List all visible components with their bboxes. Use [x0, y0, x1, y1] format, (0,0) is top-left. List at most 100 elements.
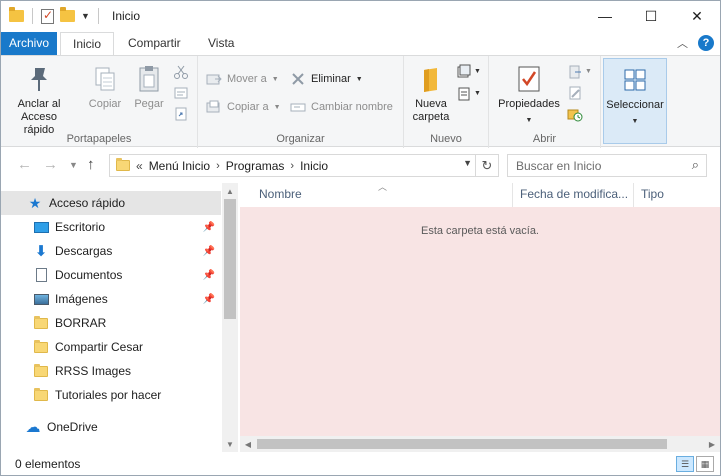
back-arrow-icon[interactable]: ← — [17, 156, 32, 173]
pin-icon[interactable]: 📌 — [203, 294, 215, 305]
folder-icon — [33, 387, 49, 403]
scroll-down-icon[interactable]: ▼ — [222, 436, 238, 452]
details-view-icon[interactable]: ☰ — [676, 456, 694, 472]
properties-icon[interactable] — [41, 8, 54, 24]
organize-group-label: Organizar — [276, 133, 325, 145]
item-count: 0 elementos — [15, 457, 81, 471]
scroll-thumb[interactable] — [224, 199, 236, 319]
breadcrumb-item[interactable]: Programas — [226, 159, 285, 173]
chevron-right-icon[interactable]: › — [290, 160, 294, 172]
minimize-button[interactable]: — — [582, 1, 628, 31]
title-bar: ▼ Inicio — ☐ ✕ — [1, 1, 720, 32]
clipboard-group: Anclar al Acceso rápido Copiar Pegar Por… — [1, 56, 198, 148]
star-icon: ★ — [28, 194, 42, 211]
new-group-label: Nuevo — [430, 133, 462, 145]
breadcrumb-overflow[interactable]: « — [136, 159, 143, 173]
new-folder-icon[interactable] — [60, 7, 75, 22]
empty-folder-area[interactable]: Esta carpeta está vacía. — [240, 207, 720, 436]
refresh-icon[interactable]: ↻ — [475, 155, 498, 176]
minimize-ribbon-icon[interactable]: ︿ — [677, 35, 688, 51]
sidebar-item-downloads[interactable]: ⬇ Descargas 📌 — [1, 239, 221, 263]
forward-arrow-icon[interactable]: → — [43, 156, 58, 173]
sidebar-item-quick-access[interactable]: ★ Acceso rápido — [1, 191, 221, 215]
search-input[interactable]: Buscar en Inicio ⌕ — [507, 154, 707, 177]
window-controls: — ☐ ✕ — [582, 1, 720, 31]
large-icons-view-icon[interactable]: ▦ — [696, 456, 714, 472]
file-list: ︿ Nombre Fecha de modifica... Tipo Esta … — [240, 182, 720, 452]
pin-icon[interactable]: 📌 — [203, 222, 215, 233]
rename-button[interactable]: Cambiar nombre — [290, 98, 393, 116]
select-button[interactable]: Seleccionar ▼ — [606, 65, 664, 128]
pin-icon[interactable]: 📌 — [203, 246, 215, 257]
quick-access-toolbar: ▼ — [9, 7, 101, 24]
sort-ascending-icon: ︿ — [378, 182, 388, 192]
delete-button[interactable]: Eliminar ▼ — [290, 70, 363, 88]
new-folder-button[interactable]: Nueva carpeta — [410, 64, 452, 124]
tab-file[interactable]: Archivo — [1, 32, 57, 55]
navigation-bar: ← → ▼ ↑ « Menú Inicio › Programas › Inic… — [1, 148, 720, 182]
column-name[interactable]: Nombre — [259, 187, 302, 201]
scroll-up-icon[interactable]: ▲ — [222, 183, 238, 199]
address-folder-icon — [116, 158, 130, 171]
sidebar-item-pictures[interactable]: Imágenes 📌 — [1, 287, 221, 311]
recent-locations-icon[interactable]: ▼ — [69, 160, 78, 170]
column-type[interactable]: Tipo — [641, 187, 664, 201]
horizontal-scrollbar[interactable]: ◀ ▶ — [240, 436, 720, 452]
copy-to-button[interactable]: Copiar a ▼ — [206, 98, 281, 116]
sidebar-item-compartir-cesar[interactable]: Compartir Cesar — [1, 335, 221, 359]
copy-button[interactable]: Copiar — [85, 64, 125, 111]
copy-path-icon[interactable] — [173, 85, 189, 101]
breadcrumb-item[interactable]: Inicio — [300, 159, 328, 173]
cut-icon[interactable] — [173, 64, 189, 80]
maximize-button[interactable]: ☐ — [628, 1, 674, 31]
sidebar-item-desktop[interactable]: Escritorio 📌 — [1, 215, 221, 239]
address-bar[interactable]: « Menú Inicio › Programas › Inicio ▼ ↻ — [109, 154, 499, 177]
paste-button[interactable]: Pegar — [129, 64, 169, 111]
history-icon[interactable] — [567, 106, 583, 122]
pictures-icon — [33, 291, 49, 307]
scroll-right-icon[interactable]: ▶ — [704, 436, 720, 452]
folder-icon — [33, 363, 49, 379]
navigation-pane: ★ Acceso rápido Escritorio 📌 ⬇ Descargas… — [1, 183, 238, 452]
help-icon[interactable]: ? — [698, 35, 714, 51]
up-arrow-icon[interactable]: ↑ — [87, 156, 95, 173]
pin-icon[interactable]: 📌 — [203, 270, 215, 281]
sidebar-item-borrar[interactable]: BORRAR — [1, 311, 221, 335]
sidebar-item-rrss-images[interactable]: RRSS Images — [1, 359, 221, 383]
window-title: Inicio — [112, 9, 141, 23]
tab-home[interactable]: Inicio — [60, 32, 114, 56]
paste-shortcut-icon[interactable] — [173, 106, 189, 122]
new-item-icon[interactable] — [456, 64, 472, 80]
ribbon-tabs: Archivo Inicio Compartir Vista ︿ ? — [1, 32, 720, 56]
easy-access-icon[interactable] — [456, 86, 472, 102]
paste-icon — [133, 64, 165, 94]
select-group[interactable]: Seleccionar ▼ — [603, 58, 667, 144]
breadcrumb-item[interactable]: Menú Inicio — [149, 159, 210, 173]
sidebar-item-onedrive[interactable]: ☁ OneDrive — [1, 415, 221, 439]
nav-scrollbar[interactable]: ▲ ▼ — [222, 183, 238, 452]
edit-icon[interactable] — [567, 85, 583, 101]
desktop-icon — [33, 219, 49, 235]
move-to-button[interactable]: Mover a ▼ — [206, 70, 279, 88]
chevron-right-icon[interactable]: › — [216, 160, 220, 172]
download-icon: ⬇ — [34, 243, 48, 260]
clipboard-group-label: Portapapeles — [66, 133, 132, 145]
tab-share[interactable]: Compartir — [118, 32, 191, 55]
pin-quick-access-button[interactable]: Anclar al Acceso rápido — [7, 64, 71, 137]
tab-view[interactable]: Vista — [198, 32, 244, 55]
empty-folder-message: Esta carpeta está vacía. — [420, 225, 539, 237]
customize-toolbar-icon[interactable]: ▼ — [81, 11, 90, 21]
open-icon[interactable] — [567, 64, 583, 80]
scroll-thumb[interactable] — [257, 439, 667, 449]
new-folder-icon — [415, 64, 447, 94]
scroll-left-icon[interactable]: ◀ — [240, 436, 256, 452]
rename-icon — [290, 99, 306, 115]
column-date-modified[interactable]: Fecha de modifica... — [520, 187, 628, 201]
select-icon — [619, 65, 651, 95]
sidebar-item-documents[interactable]: Documentos 📌 — [1, 263, 221, 287]
cloud-icon: ☁ — [25, 419, 41, 436]
sidebar-item-tutoriales[interactable]: Tutoriales por hacer — [1, 383, 221, 407]
properties-button[interactable]: Propiedades ▼ — [493, 64, 565, 127]
address-dropdown-icon[interactable]: ▼ — [463, 158, 472, 168]
close-button[interactable]: ✕ — [674, 1, 720, 31]
